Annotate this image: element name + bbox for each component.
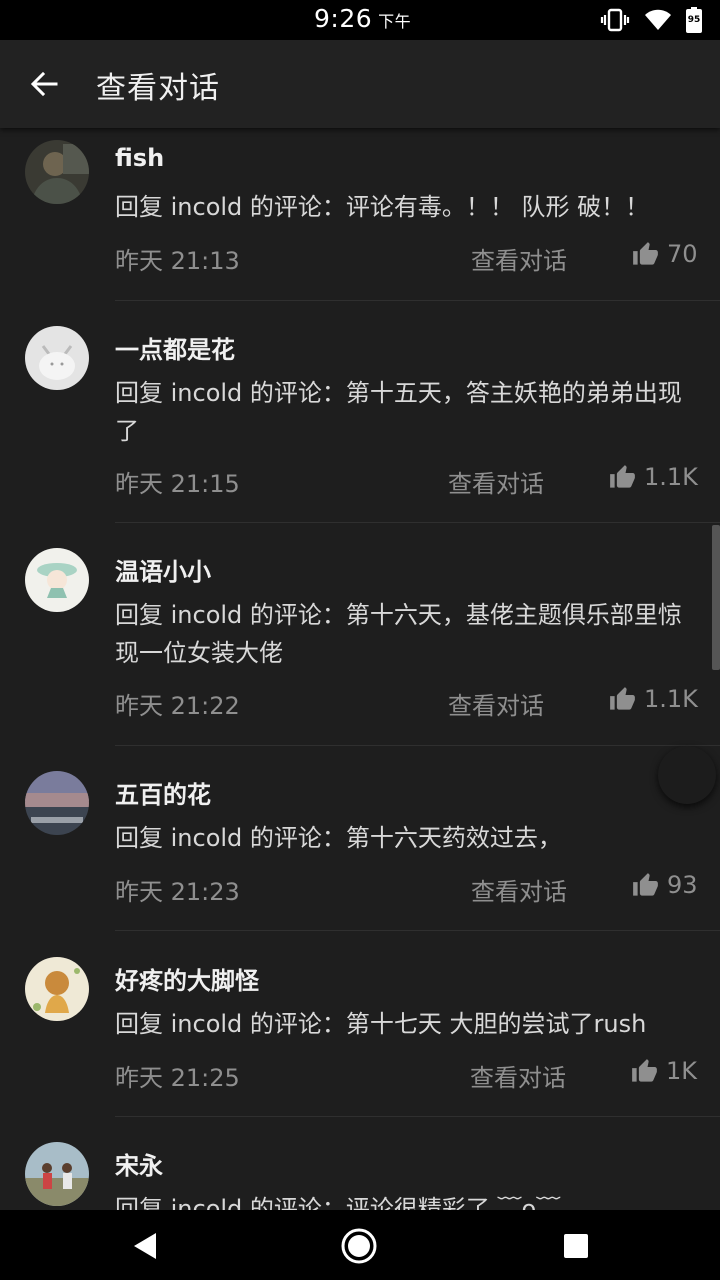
avatar[interactable] xyxy=(25,140,89,204)
thumbs-up-icon xyxy=(610,686,635,710)
username[interactable]: 五百的花 xyxy=(115,775,211,810)
comment-time: 昨天 21:22 xyxy=(115,692,240,720)
avatar[interactable] xyxy=(25,548,89,612)
like-count: 70 xyxy=(667,240,698,268)
like-button[interactable]: 70 xyxy=(632,240,698,268)
comment-time: 昨天 21:15 xyxy=(115,470,240,498)
divider xyxy=(115,522,720,523)
square-recents-icon xyxy=(564,1234,588,1258)
like-count: 1K xyxy=(666,1057,698,1085)
comment-text: 回复 incold 的评论：第十六天药效过去， xyxy=(115,824,562,852)
battery-level: 95 xyxy=(687,15,701,25)
comment-text: 回复 incold 的评论：第十六天，基佬主题俱乐部里惊现一位女装大佬 xyxy=(115,601,682,667)
avatar[interactable] xyxy=(25,1142,89,1206)
status-time: 9:26 下午 xyxy=(314,4,412,33)
arrow-left-icon xyxy=(30,71,58,97)
like-button[interactable]: 93 xyxy=(632,871,698,899)
comment-time: 昨天 21:13 xyxy=(115,247,240,275)
nav-home-button[interactable] xyxy=(337,1224,381,1268)
username[interactable]: 一点都是花 xyxy=(115,330,235,365)
view-conversation-button[interactable]: 查看对话 xyxy=(471,872,567,907)
divider xyxy=(115,745,720,746)
app-bar: 查看对话 xyxy=(0,40,720,128)
view-conversation-button[interactable]: 查看对话 xyxy=(470,1058,566,1093)
avatar[interactable] xyxy=(25,771,89,835)
like-count: 1.1K xyxy=(644,685,698,713)
comment-list[interactable]: fish 回复 incold 的评论：评论有毒。！！ 队形 破！！ 昨天 21:… xyxy=(0,128,720,1210)
scrollbar[interactable] xyxy=(712,525,720,670)
vibrate-icon xyxy=(600,8,630,32)
avatar[interactable] xyxy=(25,326,89,390)
status-icons: 95 xyxy=(600,7,702,33)
nav-back-button[interactable] xyxy=(122,1224,166,1268)
username[interactable]: fish xyxy=(115,144,164,172)
username[interactable]: 温语小小 xyxy=(115,552,211,587)
status-bar: 9:26 下午 95 xyxy=(0,0,720,40)
comment-text: 回复 incold 的评论：评论很精彩了 ﹋o﹋ xyxy=(115,1195,561,1210)
view-conversation-button[interactable]: 查看对话 xyxy=(471,241,567,276)
like-button[interactable]: 1K xyxy=(631,1057,697,1085)
back-button[interactable] xyxy=(22,62,66,106)
view-conversation-button[interactable]: 查看对话 xyxy=(448,464,544,499)
floating-action-button[interactable] xyxy=(658,746,716,804)
username[interactable]: 宋永 xyxy=(115,1146,163,1181)
like-count: 1.1K xyxy=(644,463,698,491)
battery-icon: 95 xyxy=(686,7,702,33)
like-button[interactable]: 1.1K xyxy=(609,685,698,713)
view-conversation-button[interactable]: 查看对话 xyxy=(448,686,544,721)
comment-text: 回复 incold 的评论：评论有毒。！！ 队形 破！！ xyxy=(115,193,650,221)
comment-text: 回复 incold 的评论：第十七天 大胆的尝试了rush xyxy=(115,1010,647,1038)
comment-time: 昨天 21:25 xyxy=(115,1064,240,1092)
wifi-icon xyxy=(644,9,672,31)
username[interactable]: 好疼的大脚怪 xyxy=(115,961,259,996)
nav-recents-button[interactable] xyxy=(554,1224,598,1268)
navigation-bar xyxy=(0,1210,720,1280)
page-title: 查看对话 xyxy=(96,71,220,106)
divider xyxy=(115,300,720,301)
thumbs-up-icon xyxy=(632,1058,657,1082)
circle-home-icon xyxy=(341,1228,377,1264)
thumbs-up-icon xyxy=(633,872,658,896)
like-button[interactable]: 1.1K xyxy=(609,463,698,491)
comment-time: 昨天 21:23 xyxy=(115,878,240,906)
divider xyxy=(115,930,720,931)
divider xyxy=(115,1116,720,1117)
thumbs-up-icon xyxy=(633,241,658,265)
triangle-back-icon xyxy=(134,1233,156,1259)
avatar[interactable] xyxy=(25,957,89,1021)
thumbs-up-icon xyxy=(610,464,635,488)
like-count: 93 xyxy=(667,871,698,899)
comment-text: 回复 incold 的评论：第十五天，答主妖艳的弟弟出现了 xyxy=(115,379,682,445)
